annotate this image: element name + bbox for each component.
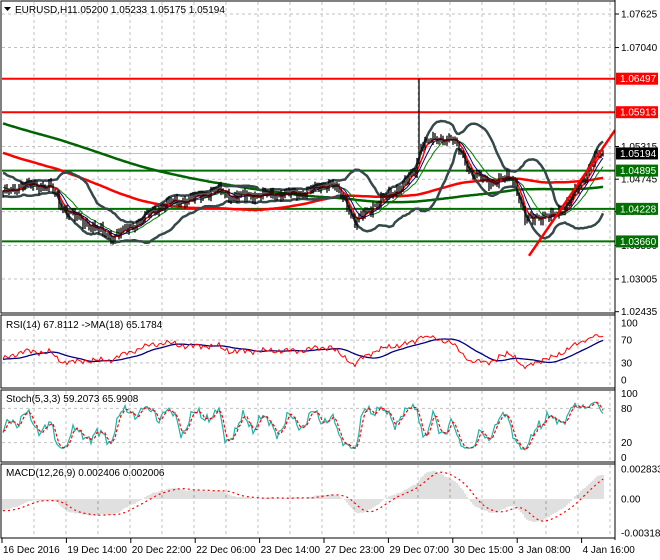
stochastic-label: Stoch(5,3,3) 59.2073 65.9908 xyxy=(6,394,139,405)
support-price-label: 1.03660 xyxy=(620,237,657,248)
macd-tick-label: -0.003188 xyxy=(621,528,660,539)
rsi-tick-label: 0 xyxy=(621,376,627,387)
trading-chart[interactable]: 1.076251.070401.053151.047451.041801.035… xyxy=(0,0,660,560)
rsi-tick-label: 30 xyxy=(621,358,633,369)
time-tick-label: 23 Dec 14:00 xyxy=(261,545,321,556)
support-price-label: 1.04895 xyxy=(620,166,657,177)
ohlc-values: 1.05200 1.05233 1.05175 1.05194 xyxy=(72,5,225,16)
time-tick-label: 20 Dec 22:00 xyxy=(132,545,192,556)
macd-tick-label: 0.00 xyxy=(621,495,641,506)
time-tick-label: 29 Dec 07:00 xyxy=(389,545,449,556)
price-tick-label: 1.07625 xyxy=(621,10,658,21)
support-price-label: 1.04228 xyxy=(620,204,657,215)
resistance-price-label: 1.06497 xyxy=(620,74,657,85)
resistance-price-label: 1.05913 xyxy=(620,108,657,119)
time-tick-label: 3 Jan 08:00 xyxy=(518,545,571,556)
price-tick-label: 1.02435 xyxy=(621,307,658,318)
symbol-label: EURUSD,H1 xyxy=(15,5,73,16)
stoch-tick-label: 100 xyxy=(621,389,638,400)
macd-label: MACD(12,26,9) 0.002406 0.002006 xyxy=(6,468,165,479)
stoch-tick-label: 0 xyxy=(621,453,627,464)
rsi-label: RSI(14) 67.8112 ->MA(18) 65.1784 xyxy=(6,320,163,331)
stoch-tick-label: 20 xyxy=(621,438,633,449)
time-tick-label: 19 Dec 14:00 xyxy=(67,545,127,556)
time-tick-label: 16 Dec 2016 xyxy=(3,545,60,556)
current-price-label: 1.05194 xyxy=(620,149,657,160)
time-tick-label: 4 Jan 16:00 xyxy=(583,545,636,556)
price-tick-label: 1.03005 xyxy=(621,275,658,286)
chart-header: EURUSD,H1 1.05200 1.05233 1.05175 1.0519… xyxy=(4,5,225,16)
time-tick-label: 30 Dec 15:00 xyxy=(454,545,514,556)
time-tick-label: 27 Dec 23:00 xyxy=(325,545,385,556)
rsi-tick-label: 100 xyxy=(621,319,638,330)
stoch-tick-label: 80 xyxy=(621,404,633,415)
price-tick-label: 1.07040 xyxy=(621,43,658,54)
rsi-tick-label: 70 xyxy=(621,336,633,347)
time-tick-label: 22 Dec 06:00 xyxy=(196,545,256,556)
macd-tick-label: 0.002833 xyxy=(621,465,660,476)
